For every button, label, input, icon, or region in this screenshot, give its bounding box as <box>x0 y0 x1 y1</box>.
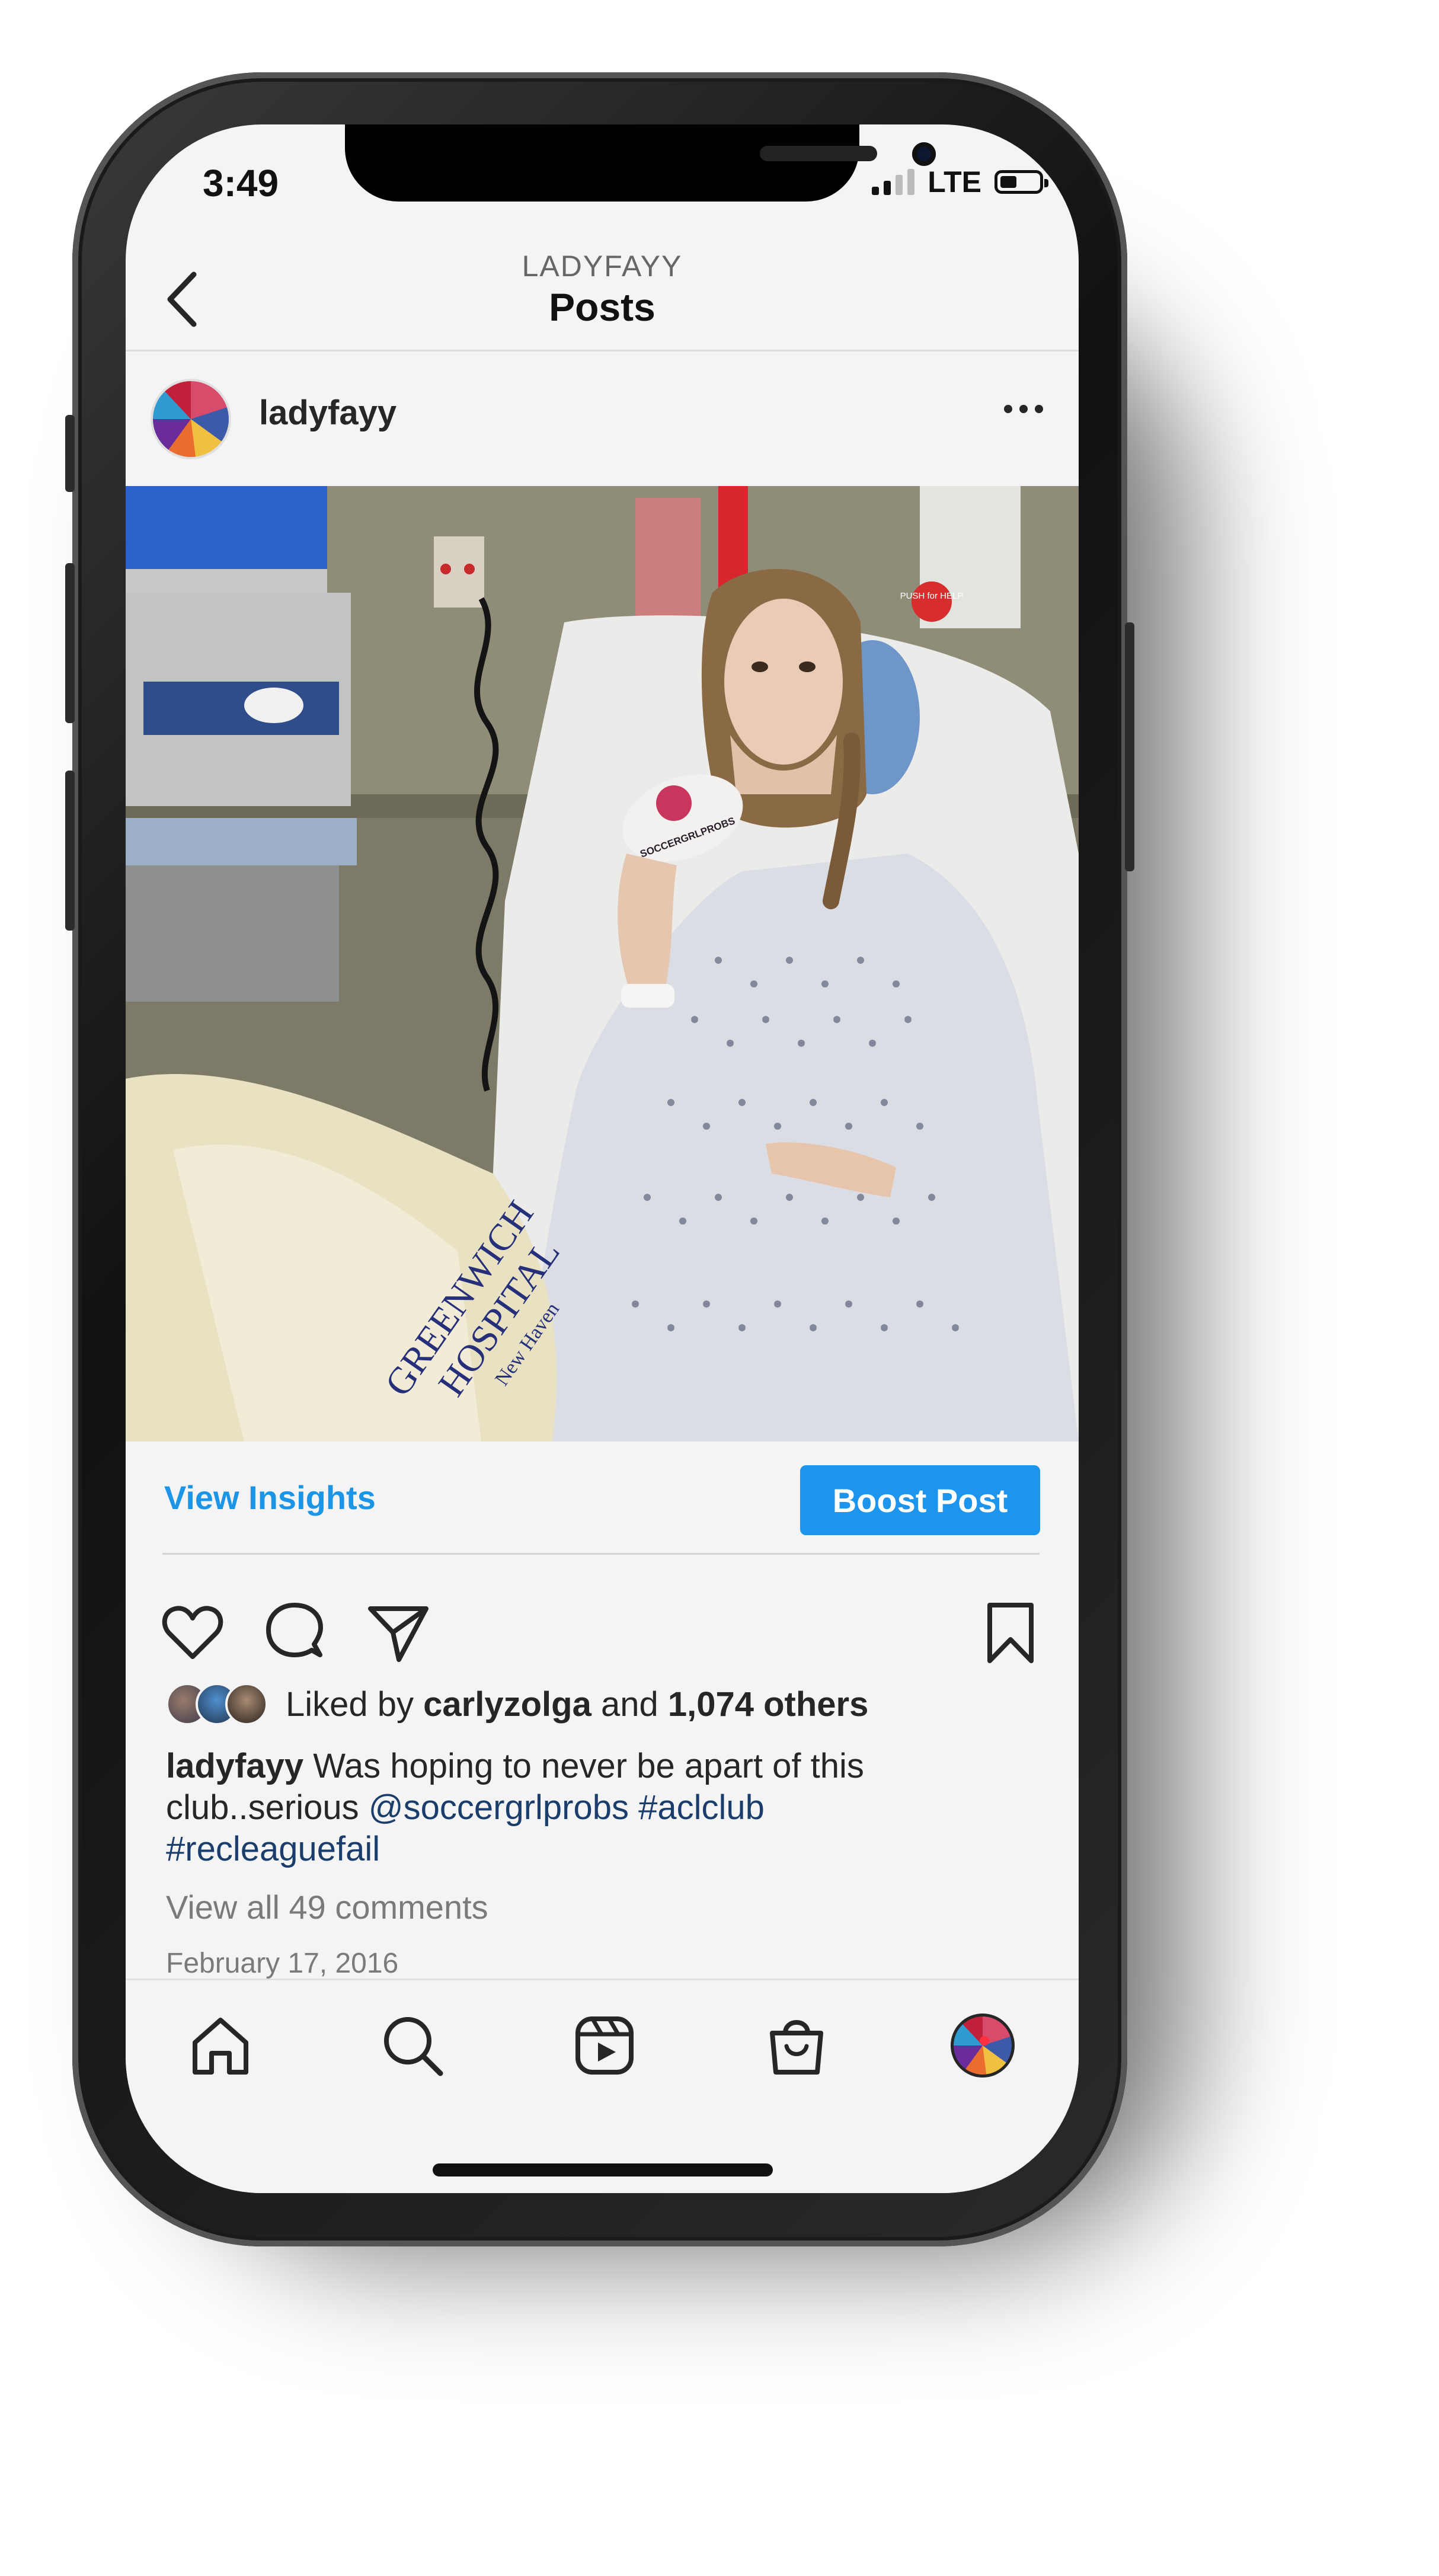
avatar[interactable] <box>151 379 231 459</box>
hospital-photo: PUSH for HELP SOCCERGRLPROBS GREENWICH H… <box>126 486 1079 1442</box>
liked-user[interactable]: carlyzolga <box>423 1685 591 1724</box>
liked-prefix: Liked by <box>286 1685 414 1724</box>
divider <box>162 1553 1040 1555</box>
post-username[interactable]: ladyfayy <box>259 393 396 433</box>
insights-bar: View Insights Boost Post <box>126 1442 1079 1551</box>
post-actions <box>126 1583 1079 1666</box>
post-header: ladyfayy <box>126 351 1079 488</box>
network-label: LTE <box>928 165 981 199</box>
more-icon <box>1004 405 1012 413</box>
like-button[interactable] <box>160 1600 225 1666</box>
profile-avatar <box>951 2014 1015 2078</box>
notification-dot <box>980 2036 989 2046</box>
heart-icon <box>162 1606 223 1659</box>
caption-hashtag[interactable]: #recleaguefail <box>166 1830 380 1868</box>
likes-summary[interactable]: Liked by carlyzolga and 1,074 others <box>166 1680 868 1728</box>
liked-others[interactable]: 1,074 others <box>668 1685 869 1724</box>
notch <box>345 124 936 202</box>
volume-down-button <box>65 771 75 931</box>
bottom-tab-bar <box>126 1979 1079 2193</box>
search-icon <box>384 2017 443 2076</box>
bookmark-icon <box>987 1603 1034 1663</box>
comment-icon <box>266 1603 323 1657</box>
share-button[interactable] <box>366 1600 431 1666</box>
tab-profile[interactable] <box>947 2010 1018 2081</box>
volume-up-button <box>65 563 75 723</box>
more-button[interactable] <box>1004 405 1043 413</box>
post-date: February 17, 2016 <box>166 1948 399 1979</box>
tab-reels[interactable] <box>569 2010 640 2081</box>
status-time: 3:49 <box>203 162 279 204</box>
save-button[interactable] <box>978 1600 1043 1666</box>
phone-screen: 3:49 LTE LADYFAYY Posts ladyfayy PUSH fo… <box>126 124 1079 2193</box>
profile-subtitle: LADYFAYY <box>522 250 683 283</box>
caption-hashtag[interactable]: #aclclub <box>638 1788 765 1827</box>
home-indicator[interactable] <box>433 2163 773 2177</box>
signal-icon <box>872 169 915 195</box>
shop-bag-icon <box>770 2020 823 2075</box>
reels-icon <box>575 2016 634 2075</box>
battery-icon <box>994 170 1048 194</box>
page-title: Posts <box>549 285 655 329</box>
comment-button[interactable] <box>262 1600 327 1666</box>
front-camera <box>912 142 936 166</box>
tab-shop[interactable] <box>761 2010 832 2081</box>
tab-search[interactable] <box>377 2010 448 2081</box>
paper-plane-icon <box>368 1606 428 1662</box>
caption-mention[interactable]: @soccergrlprobs <box>369 1788 629 1827</box>
earpiece-speaker <box>760 146 877 161</box>
post-photo[interactable]: PUSH for HELP SOCCERGRLPROBS GREENWICH H… <box>126 486 1079 1442</box>
power-button <box>1125 622 1134 871</box>
home-icon <box>193 2018 248 2075</box>
view-insights-link[interactable]: View Insights <box>164 1478 376 1517</box>
post-caption: ladyfayy Was hoping to never be apart of… <box>166 1746 1037 1870</box>
boost-post-button[interactable]: Boost Post <box>800 1465 1040 1535</box>
liked-connector: and <box>600 1685 658 1724</box>
caption-username[interactable]: ladyfayy <box>166 1747 303 1785</box>
help-sign-text: PUSH for HELP <box>900 591 964 601</box>
tab-home[interactable] <box>185 2010 256 2081</box>
view-comments-link[interactable]: View all 49 comments <box>166 1888 488 1926</box>
silent-switch <box>65 415 75 492</box>
liker-avatars <box>166 1683 268 1725</box>
status-indicators: LTE <box>872 165 1048 199</box>
